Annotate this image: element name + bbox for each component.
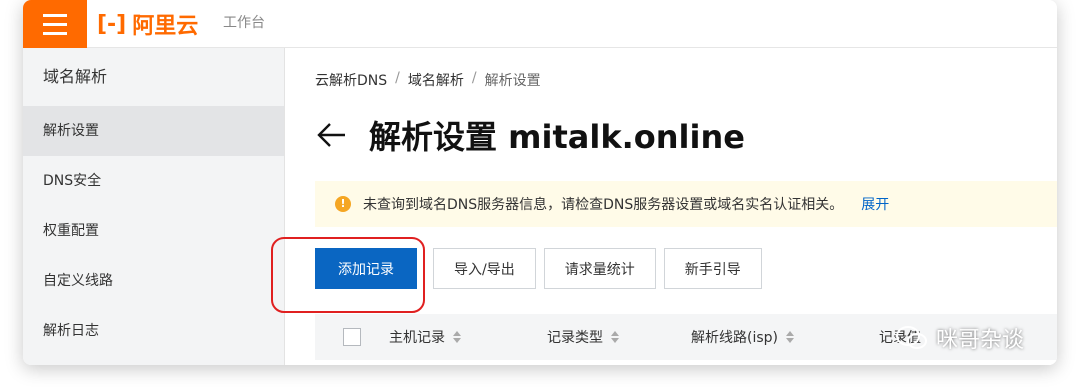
column-host-record[interactable]: 主机记录 xyxy=(389,327,547,347)
column-resolve-line[interactable]: 解析线路(isp) xyxy=(691,327,879,347)
menu-icon xyxy=(43,14,67,17)
column-record-type[interactable]: 记录类型 xyxy=(547,327,691,347)
alert-text: 未查询到域名DNS服务器信息，请检查DNS服务器设置或域名实名认证相关。 xyxy=(363,197,844,213)
watermark-text: 咪哥杂谈 xyxy=(936,328,1025,353)
warning-alert: ! 未查询到域名DNS服务器信息，请检查DNS服务器设置或域名实名认证相关。 展… xyxy=(315,181,1057,227)
top-bar: [-] 阿里云 工作台 xyxy=(23,0,1057,48)
warning-icon: ! xyxy=(335,196,351,212)
sidebar-item-resolve-settings[interactable]: 解析设置 xyxy=(23,106,284,156)
alert-expand-link[interactable]: 展开 xyxy=(861,194,889,214)
sidebar-item-resolve-logs[interactable]: 解析日志 xyxy=(23,306,284,356)
sidebar-item-dns-security[interactable]: DNS安全 xyxy=(23,156,284,206)
breadcrumb-item-domain[interactable]: 域名解析 xyxy=(408,70,464,90)
top-sub-label[interactable]: 工作台 xyxy=(223,12,265,32)
back-arrow-icon[interactable] xyxy=(315,118,349,152)
request-stats-button[interactable]: 请求量统计 xyxy=(543,248,656,289)
sidebar-title: 域名解析 xyxy=(43,67,108,86)
breadcrumb-item-dns[interactable]: 云解析DNS xyxy=(315,70,387,90)
sort-icon[interactable] xyxy=(611,331,619,343)
brand-logo[interactable]: [-] 阿里云 xyxy=(97,4,198,44)
page-title: 解析设置 mitalk.online xyxy=(369,118,745,156)
page-header: 解析设置 mitalk.online xyxy=(315,112,745,158)
logo-icon: [-] xyxy=(97,11,127,37)
add-record-button[interactable]: 添加记录 xyxy=(315,248,417,289)
watermark: 咪哥杂谈 xyxy=(896,322,1024,354)
breadcrumb-separator: / xyxy=(395,70,400,86)
sidebar-item-custom-lines[interactable]: 自定义线路 xyxy=(23,256,284,306)
sort-icon[interactable] xyxy=(453,331,461,343)
sidebar: 域名解析 解析设置 DNS安全 权重配置 自定义线路 解析日志 xyxy=(23,48,285,365)
sidebar-item-weight-config[interactable]: 权重配置 xyxy=(23,206,284,256)
menu-button[interactable] xyxy=(23,0,87,48)
select-all-checkbox[interactable] xyxy=(343,328,361,346)
wechat-icon xyxy=(896,326,927,349)
breadcrumb: 云解析DNS / 域名解析 / 解析设置 xyxy=(315,70,541,90)
import-export-button[interactable]: 导入/导出 xyxy=(433,248,536,289)
main-content: 云解析DNS / 域名解析 / 解析设置 解析设置 mitalk.online … xyxy=(285,48,1057,365)
sort-icon[interactable] xyxy=(786,331,794,343)
breadcrumb-item-current: 解析设置 xyxy=(484,73,541,89)
brand-name: 阿里云 xyxy=(132,14,199,39)
breadcrumb-separator: / xyxy=(471,70,477,86)
app-window: [-] 阿里云 工作台 域名解析 解析设置 DNS安全 权重配置 自定义线路 解… xyxy=(23,0,1057,365)
guide-button[interactable]: 新手引导 xyxy=(663,248,762,289)
toolbar: 添加记录 导入/导出 请求量统计 新手引导 xyxy=(315,248,762,289)
